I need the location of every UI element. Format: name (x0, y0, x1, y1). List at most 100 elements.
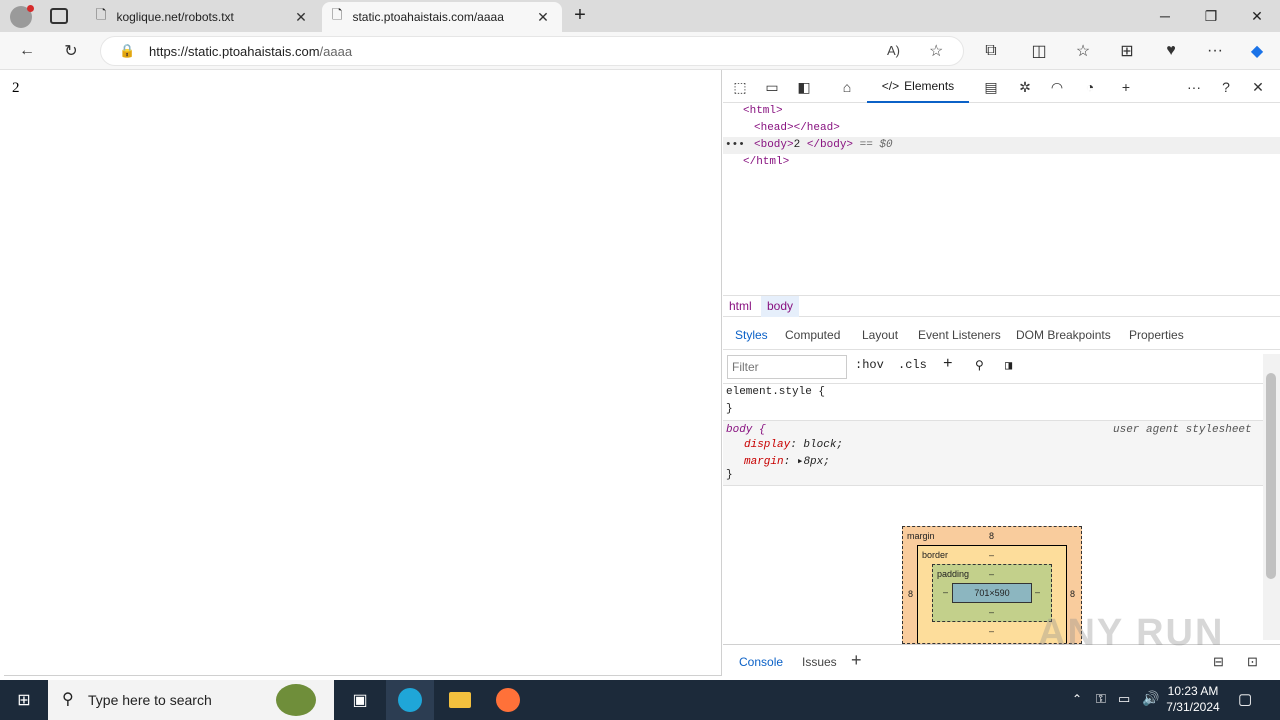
paint-brush-icon[interactable]: ⚲ (975, 358, 984, 373)
close-icon[interactable]: ✕ (292, 9, 310, 26)
task-view-icon[interactable]: ▣ (336, 680, 384, 720)
dom-line-body[interactable]: ••• <body>2 </body> == $0 (723, 137, 1280, 154)
clock-date: 7/31/2024 (1166, 700, 1220, 714)
read-aloud-icon[interactable]: A) (887, 43, 900, 58)
tab-elements-label: Elements (904, 78, 955, 93)
display-declaration[interactable]: display: block; (744, 439, 843, 451)
row-menu-icon[interactable]: ••• (725, 137, 745, 154)
box-model-content[interactable]: 701×590 (952, 583, 1032, 603)
lock-icon[interactable]: 🔒 (119, 43, 135, 59)
tab-aaaa[interactable]: 🗋 static.ptoahaistais.com/aaaa ✕ (322, 2, 562, 32)
watermark-logo: ANY RUN (1038, 612, 1225, 654)
ethernet-icon[interactable]: ▭ (1118, 691, 1130, 707)
firefox-icon[interactable] (484, 680, 532, 720)
copilot-icon[interactable]: ◆ (1242, 36, 1272, 66)
drawer-tab-console[interactable]: Console (739, 655, 783, 669)
undock-drawer-icon[interactable]: ⊟ (1213, 654, 1224, 670)
performance-gauge-icon[interactable]: ◔ (1076, 74, 1104, 100)
console-error-icon[interactable]: ▤ (977, 74, 1005, 100)
help-icon[interactable]: ? (1212, 74, 1240, 100)
address-bar[interactable]: 🔒 https://static.ptoahaistais.com/aaaa A… (100, 36, 964, 66)
minimize-button[interactable]: ─ (1142, 0, 1188, 32)
devtools-menu-icon[interactable]: ··· (1180, 74, 1208, 100)
tag: <body> (754, 139, 794, 151)
hov-button[interactable]: :hov (855, 358, 884, 372)
taskbar-search[interactable]: ⚲ Type here to search (48, 680, 334, 720)
breadcrumb-body[interactable]: body (761, 296, 800, 317)
dock-icon[interactable]: ◧ (790, 74, 818, 100)
page-icon: 🗋 (332, 7, 343, 22)
drawer-add-tab-icon[interactable]: + (851, 650, 862, 671)
extensions-icon[interactable]: ⧉ (976, 36, 1006, 66)
profile-avatar[interactable] (10, 5, 34, 28)
scrollbar-thumb[interactable] (1266, 373, 1276, 579)
padding-bottom-value[interactable]: – (989, 607, 994, 617)
css-prop: display (744, 439, 791, 451)
tab-actions-icon[interactable] (50, 8, 68, 24)
performance-icon[interactable]: ♥ (1156, 36, 1186, 66)
chevron-up-icon[interactable]: ⌃ (1072, 692, 1082, 706)
device-emulation-icon[interactable]: ▭ (758, 74, 786, 100)
file-explorer-icon[interactable] (436, 680, 484, 720)
tab-title: static.ptoahaistais.com/aaaa (352, 10, 504, 24)
rule-close: } (726, 469, 733, 481)
close-icon[interactable]: ✕ (534, 9, 552, 26)
code-icon: </> (881, 78, 900, 93)
styles-filter-input[interactable] (727, 355, 847, 379)
close-window-button[interactable]: ✕ (1234, 0, 1280, 32)
windows-start-icon[interactable]: ⊞ (0, 680, 48, 720)
border-top-value[interactable]: – (989, 550, 994, 560)
margin-left-value[interactable]: 8 (908, 589, 913, 599)
padding-left-value[interactable]: – (943, 587, 948, 597)
back-button[interactable]: ← (12, 36, 42, 66)
more-tools-plus-icon[interactable]: + (1112, 74, 1140, 100)
padding-top-value[interactable]: – (989, 569, 994, 579)
devtools-toolbar: ⬚ ▭ ◧ ⌂ </> Elements ▤ ✲ ◠ ◔ + ··· ? ✕ (723, 70, 1280, 103)
margin-declaration[interactable]: margin: ▸8px; (744, 454, 830, 468)
content-size: 701×590 (974, 588, 1010, 598)
welcome-home-icon[interactable]: ⌂ (833, 74, 861, 100)
network-icon[interactable]: ⚿ (1096, 691, 1106, 707)
edge-taskbar-icon[interactable] (386, 680, 434, 720)
tab-dom-breakpoints[interactable]: DOM Breakpoints (1016, 320, 1111, 350)
network-wifi-icon[interactable]: ◠ (1043, 74, 1071, 100)
cls-button[interactable]: .cls (898, 358, 927, 372)
tab-event-listeners[interactable]: Event Listeners (918, 320, 1001, 350)
tab-styles[interactable]: Styles (735, 320, 768, 350)
more-options-icon[interactable]: ··· (1200, 36, 1230, 66)
maximize-button[interactable]: ❐ (1188, 0, 1234, 32)
refresh-button[interactable]: ↻ (56, 36, 86, 66)
dom-line-html[interactable]: <html> (723, 103, 1280, 120)
new-rule-plus-icon[interactable]: + (943, 355, 953, 373)
tab-robots[interactable]: 🗋 koglique.net/robots.txt ✕ (86, 2, 320, 32)
margin-top-value[interactable]: 8 (989, 531, 994, 541)
dom-line-html-close[interactable]: </html> (723, 154, 1280, 171)
bug-icon[interactable]: ✲ (1011, 74, 1039, 100)
styles-subtabs: Styles Computed Layout Event Listeners D… (723, 320, 1280, 350)
close-devtools-icon[interactable]: ✕ (1244, 74, 1272, 100)
padding-right-value[interactable]: – (1035, 587, 1040, 597)
inspect-element-icon[interactable]: ⬚ (726, 74, 754, 100)
notification-icon[interactable]: ▢ (1238, 690, 1252, 708)
collections-icon[interactable]: ⊞ (1112, 36, 1142, 66)
computed-sidebar-icon[interactable]: ◨ (1005, 358, 1012, 373)
new-tab-button[interactable]: + (568, 4, 592, 28)
breadcrumb-html[interactable]: html (723, 296, 758, 317)
tab-elements[interactable]: </> Elements (867, 70, 969, 103)
tag: </body> (806, 139, 854, 151)
drawer-tab-issues[interactable]: Issues (802, 655, 837, 669)
split-screen-icon[interactable]: ◫ (1024, 36, 1054, 66)
favorites-icon[interactable]: ☆ (1068, 36, 1098, 66)
margin-right-value[interactable]: 8 (1070, 589, 1075, 599)
tab-layout[interactable]: Layout (862, 320, 898, 350)
tab-properties[interactable]: Properties (1129, 320, 1184, 350)
border-label: border (922, 550, 949, 560)
rule-source[interactable]: user agent stylesheet (1113, 424, 1252, 436)
dom-line-head[interactable]: <head></head> (723, 120, 1280, 137)
tab-computed[interactable]: Computed (785, 320, 840, 350)
tag: <html> (743, 105, 783, 117)
favorite-star-icon[interactable]: ☆ (929, 41, 943, 61)
collapse-drawer-icon[interactable]: ⊡ (1247, 654, 1258, 670)
border-bottom-value[interactable]: – (989, 626, 994, 636)
taskbar-clock[interactable]: 10:23 AM 7/31/2024 (1154, 683, 1232, 715)
